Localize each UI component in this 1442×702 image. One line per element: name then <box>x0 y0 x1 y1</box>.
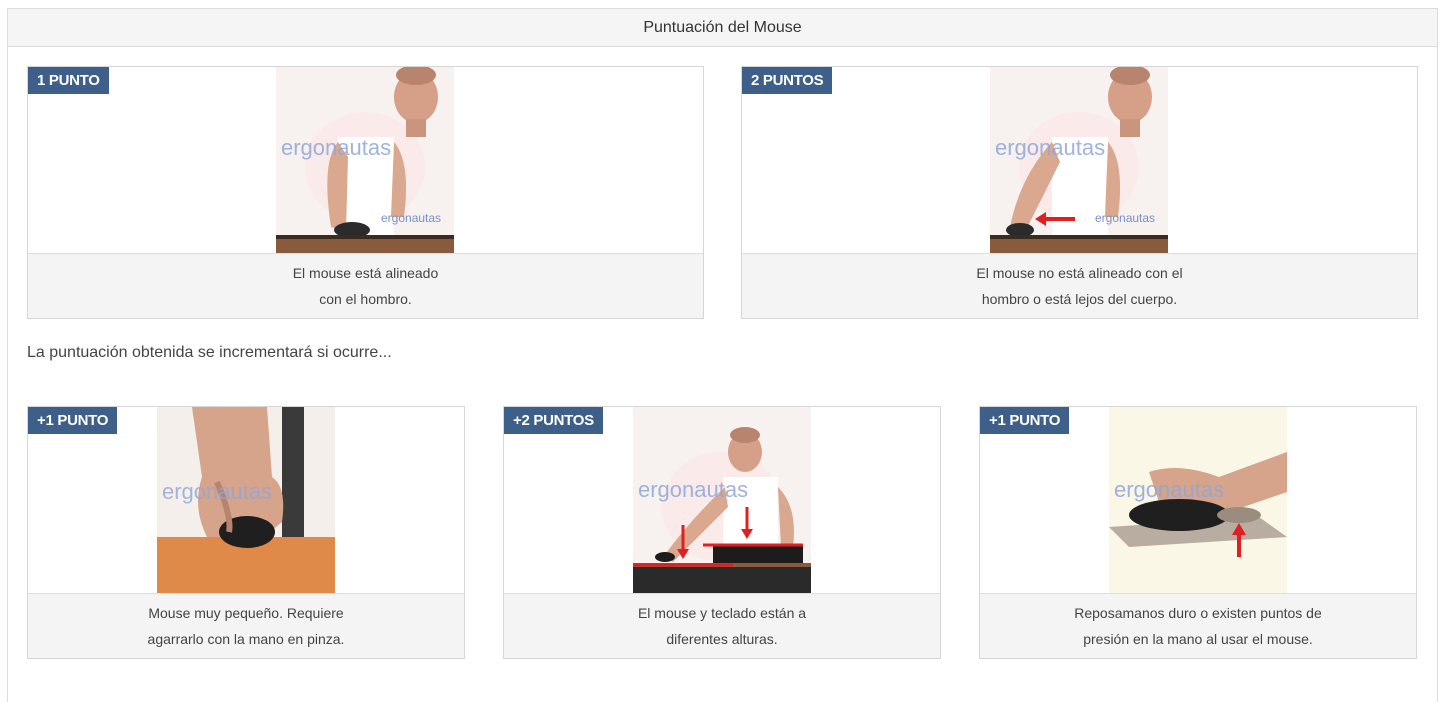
caption-line: Mouse muy pequeño. Requiere <box>148 605 344 621</box>
card-image: ergonautas <box>504 407 940 594</box>
svg-text:ergonautas: ergonautas <box>162 479 272 504</box>
person-mouse-far-image: ergonautas ergonautas <box>990 67 1168 254</box>
person-mouse-aligned-image: ergonautas ergonautas <box>276 67 454 254</box>
caption-line: El mouse está alineado <box>292 265 439 281</box>
caption-line: El mouse no está alineado con el <box>976 265 1183 281</box>
card-caption: El mouse y teclado están a diferentes al… <box>504 593 940 658</box>
person-keyboard-heights-image: ergonautas <box>633 407 811 594</box>
hand-small-mouse-image: ergonautas <box>157 407 335 594</box>
svg-text:ergonautas: ergonautas <box>1114 477 1224 502</box>
score-badge: 2 PUNTOS <box>742 67 833 94</box>
card-image: ergonautas <box>980 407 1416 594</box>
caption-line: con el hombro. <box>319 291 412 307</box>
svg-text:ergonautas: ergonautas <box>1095 211 1155 225</box>
score-badge: +2 PUNTOS <box>504 407 603 434</box>
score-card-1-punto: 1 PUNTO ergonautas ergonautas El mouse e… <box>27 66 704 319</box>
intro-text: La puntuación obtenida se incrementará s… <box>27 344 392 361</box>
caption-line: presión en la mano al usar el mouse. <box>1083 631 1313 647</box>
card-image: ergonautas ergonautas <box>28 67 703 254</box>
card-caption: El mouse está alineado con el hombro. <box>28 253 703 318</box>
score-badge: +1 PUNTO <box>28 407 118 434</box>
caption-line: hombro o está lejos del cuerpo. <box>981 291 1178 307</box>
caption-line: Reposamanos duro o existen puntos de <box>1074 605 1322 621</box>
svg-text:ergonautas: ergonautas <box>995 135 1105 160</box>
score-card-plus-1-small-mouse: +1 PUNTO ergonautas Mouse muy pequeño. R… <box>27 406 465 659</box>
score-card-2-puntos: 2 PUNTOS ergonautas ergonautas El mouse … <box>741 66 1418 319</box>
score-badge: 1 PUNTO <box>28 67 109 94</box>
card-caption: El mouse no está alineado con el hombro … <box>742 253 1417 318</box>
caption-line: agarrarlo con la mano en pinza. <box>147 631 345 647</box>
card-caption: Mouse muy pequeño. Requiere agarrarlo co… <box>28 593 464 658</box>
svg-text:ergonautas: ergonautas <box>638 477 748 502</box>
svg-text:ergonautas: ergonautas <box>381 211 441 225</box>
card-image: ergonautas <box>28 407 464 594</box>
score-badge: +1 PUNTO <box>980 407 1070 434</box>
card-caption: Reposamanos duro o existen puntos de pre… <box>980 593 1416 658</box>
card-image: ergonautas ergonautas <box>742 67 1417 254</box>
score-card-plus-2-heights: +2 PUNTOS ergonautas El mouse y teclado … <box>503 406 941 659</box>
caption-line: diferentes alturas. <box>666 631 778 647</box>
score-card-plus-1-wrist-rest: +1 PUNTO ergonautas Reposamanos duro o e… <box>979 406 1417 659</box>
panel-title: Puntuación del Mouse <box>8 9 1437 47</box>
caption-line: El mouse y teclado están a <box>637 605 807 621</box>
hand-wrist-rest-image: ergonautas <box>1109 407 1287 594</box>
svg-text:ergonautas: ergonautas <box>281 135 391 160</box>
